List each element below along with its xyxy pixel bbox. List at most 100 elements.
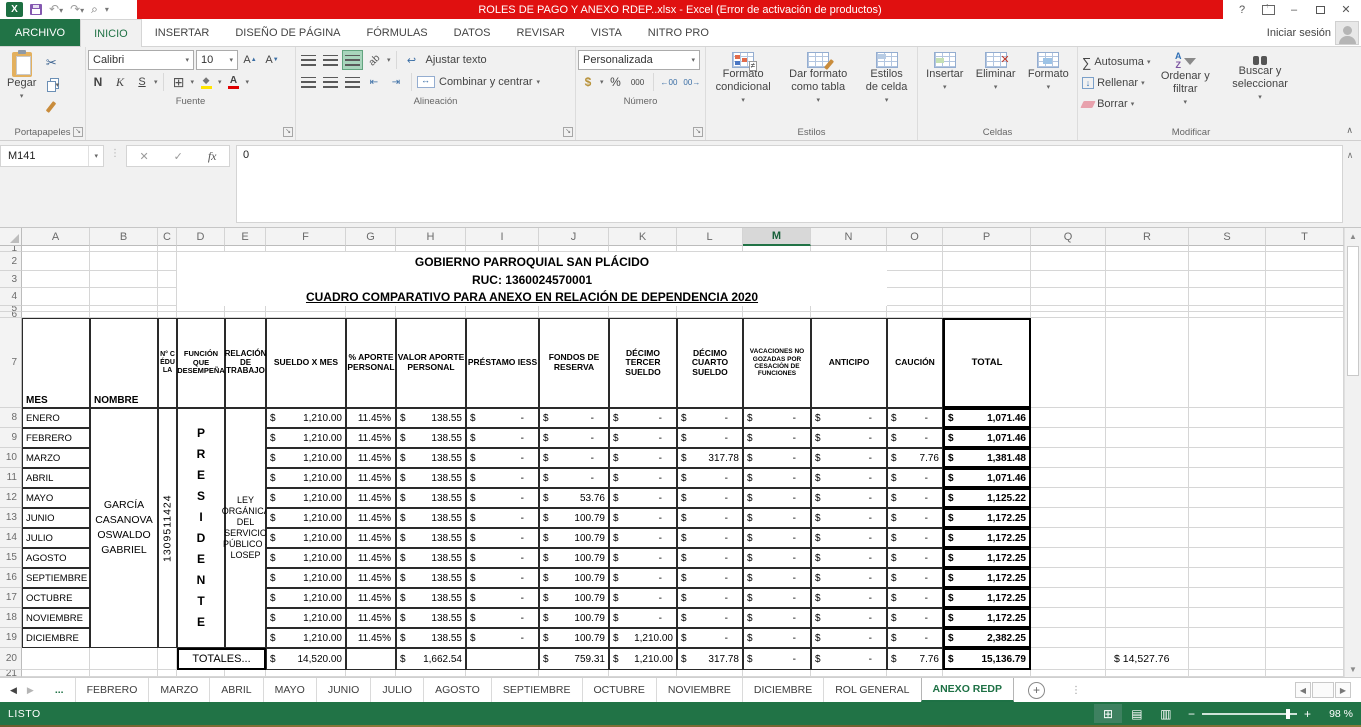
cell-N16[interactable]: $- [811,568,887,588]
column-header-B[interactable]: B [90,228,158,246]
table-header-funcion[interactable]: FUNCIÓN QUE DESEMPEÑA [177,318,225,408]
cell-A17[interactable]: OCTUBRE [22,588,90,608]
sheet-tab-overflow[interactable]: ... [44,678,75,702]
cell-A11[interactable]: ABRIL [22,468,90,488]
row-header-17[interactable]: 17 [0,588,22,608]
cell-F10[interactable]: $1,210.00 [266,448,346,468]
format-as-table-button[interactable]: Dar formato como tabla▾ [778,49,858,110]
format-painter-button[interactable] [41,97,61,117]
cell-L10[interactable]: $317.78 [677,448,743,468]
column-header-L[interactable]: L [677,228,743,246]
cell-F9[interactable]: $1,210.00 [266,428,346,448]
cell-G17[interactable]: 11.45% [346,588,396,608]
number-dialog-launcher[interactable]: ↘ [693,127,703,137]
cell-H17[interactable]: $138.55 [396,588,466,608]
cell-L11[interactable]: $- [677,468,743,488]
cell-L14[interactable]: $- [677,528,743,548]
row-header-10[interactable]: 10 [0,448,22,468]
cell-N18[interactable]: $- [811,608,887,628]
cell-I11[interactable]: $- [466,468,539,488]
cut-button[interactable] [41,53,61,73]
cell-H19[interactable]: $138.55 [396,628,466,648]
cell-G14[interactable]: 11.45% [346,528,396,548]
formula-input[interactable]: 0 [236,145,1343,223]
cell-A9[interactable]: FEBRERO [22,428,90,448]
cell-N17[interactable]: $- [811,588,887,608]
sheet-tab-agosto[interactable]: AGOSTO [423,678,491,702]
cancel-icon[interactable]: ✕ [139,150,148,163]
ribbon-options-icon[interactable] [1255,0,1281,19]
cell-N14[interactable]: $- [811,528,887,548]
cell-O15[interactable]: $- [887,548,943,568]
cell-K11[interactable]: $- [609,468,677,488]
cell-J12[interactable]: $53.76 [539,488,609,508]
cell-K16[interactable]: $- [609,568,677,588]
column-header-E[interactable]: E [225,228,266,246]
cell-J14[interactable]: $100.79 [539,528,609,548]
table-header-pct-aporte[interactable]: % APORTE PERSONAL [346,318,396,408]
clear-button[interactable]: Borrar ▾ [1080,94,1152,114]
select-all-corner[interactable] [0,228,22,246]
undo-icon[interactable]: ↶▾ [49,4,63,16]
cell-H8[interactable]: $138.55 [396,408,466,428]
cell-B8-nombre[interactable]: GARCÍA CASANOVA OSWALDO GABRIEL [90,408,158,648]
cell-J11[interactable]: $- [539,468,609,488]
hscroll-left-icon[interactable]: ◀ [1295,682,1311,698]
fill-button[interactable]: ↓ Rellenar ▾ [1080,73,1152,93]
cell-F14[interactable]: $1,210.00 [266,528,346,548]
sheet-tab-junio[interactable]: JUNIO [316,678,371,702]
cell-O13[interactable]: $- [887,508,943,528]
column-header-H[interactable]: H [396,228,466,246]
column-header-C[interactable]: C [158,228,177,246]
cell-P15[interactable]: $1,172.25 [943,548,1031,568]
cell-F18[interactable]: $1,210.00 [266,608,346,628]
cell-A16[interactable]: SEPTIEMBRE [22,568,90,588]
table-header-fondos-reserva[interactable]: FONDOS DE RESERVA [539,318,609,408]
font-dialog-launcher[interactable]: ↘ [283,127,293,137]
sheet-tab-rol-general[interactable]: ROL GENERAL [823,678,920,702]
cell-H16[interactable]: $138.55 [396,568,466,588]
increase-indent-button[interactable]: ⇥ [386,72,406,92]
cell-I15[interactable]: $- [466,548,539,568]
shrink-font-button[interactable]: A▼ [262,50,282,70]
sheet-tab-anexo-redp[interactable]: ANEXO REDP [921,678,1014,702]
cell-O12[interactable]: $- [887,488,943,508]
ribbon-tab-vista[interactable]: VISTA [578,19,635,46]
fill-color-button[interactable]: ◆ [196,72,216,92]
cell-J17[interactable]: $100.79 [539,588,609,608]
cell-I13[interactable]: $- [466,508,539,528]
cell-A8[interactable]: ENERO [22,408,90,428]
cell-L18[interactable]: $- [677,608,743,628]
scroll-down-icon[interactable]: ▼ [1345,661,1361,677]
cell-I12[interactable]: $- [466,488,539,508]
ribbon-tab-inicio[interactable]: INICIO [80,19,142,47]
cell-A15[interactable]: AGOSTO [22,548,90,568]
row-header-2[interactable]: 2 [0,252,22,271]
cell-E8-relacion[interactable]: LEY ORGÁNICA DEL SERVICIO PÚBLICO - LOSE… [225,408,266,648]
cell-N11[interactable]: $- [811,468,887,488]
table-header-sueldo-x-mes[interactable]: SUELDO X MES [266,318,346,408]
cell-F8[interactable]: $1,210.00 [266,408,346,428]
hscroll-right-icon[interactable]: ▶ [1335,682,1351,698]
cell-J18[interactable]: $100.79 [539,608,609,628]
row-header-14[interactable]: 14 [0,528,22,548]
cell-I19[interactable]: $- [466,628,539,648]
cell-J8[interactable]: $- [539,408,609,428]
underline-button[interactable] [132,72,152,92]
cell-I10[interactable]: $- [466,448,539,468]
cell-C8-cedula[interactable]: 1309511424 [158,408,177,648]
cell-O16[interactable]: $- [887,568,943,588]
cell-P9[interactable]: $1,071.46 [943,428,1031,448]
table-header-nombre[interactable]: NOMBRE [90,318,158,408]
minimize-icon[interactable]: – [1281,0,1307,19]
sign-in-link[interactable]: Iniciar sesión [1267,19,1331,47]
cell-D8-funcion[interactable]: P R E S I D E N T E [177,408,225,648]
cell-K19[interactable]: $1,210.00 [609,628,677,648]
copy-button[interactable]: ▾ [41,75,61,95]
align-left-button[interactable] [298,72,318,92]
cell-G10[interactable]: 11.45% [346,448,396,468]
cell-J15[interactable]: $100.79 [539,548,609,568]
cell-H13[interactable]: $138.55 [396,508,466,528]
cell-G8[interactable]: 11.45% [346,408,396,428]
cell-O17[interactable]: $- [887,588,943,608]
